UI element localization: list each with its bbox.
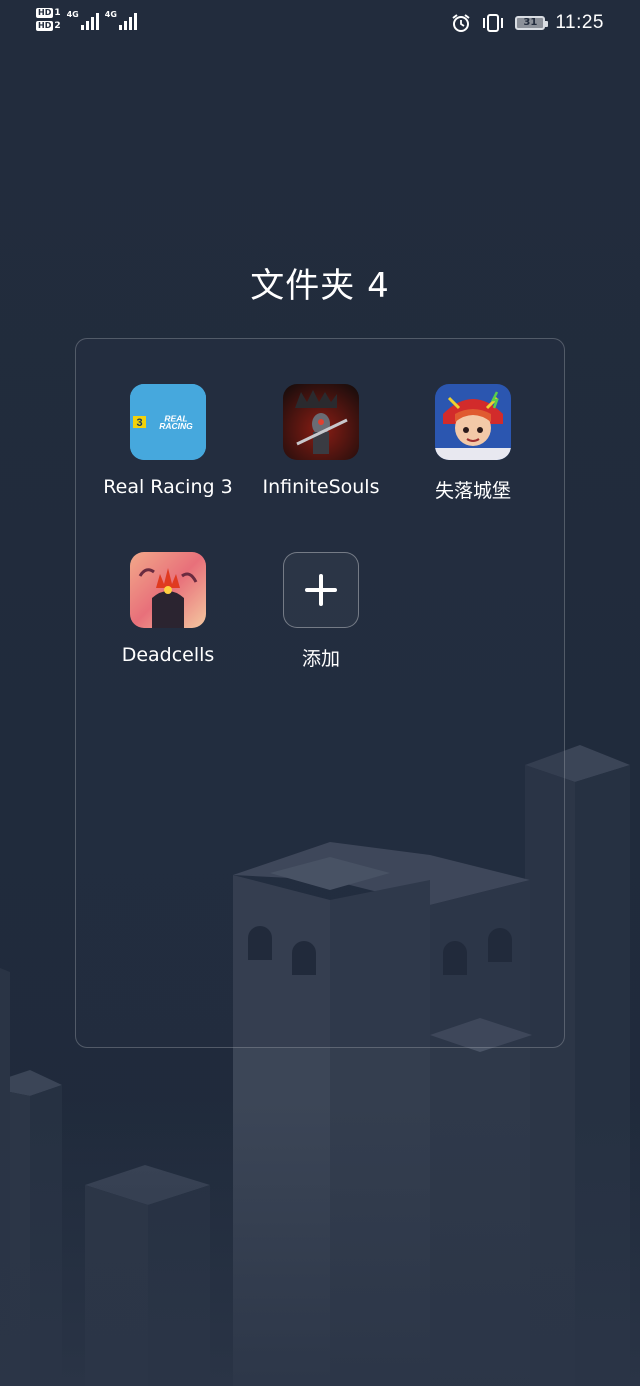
signal-sim2-icon: 4G <box>105 8 137 30</box>
battery-icon: 31 <box>515 16 549 30</box>
signal-group: HD 1 HD 2 4G 4G <box>36 8 137 31</box>
svg-text:RACING: RACING <box>159 421 193 431</box>
status-bar: HD 1 HD 2 4G 4G 31 11:25 <box>0 0 640 50</box>
app-label: 添加 <box>301 648 340 670</box>
plus-icon <box>283 552 359 628</box>
hd-sim1-icon: HD 1 <box>36 8 61 18</box>
alarm-icon <box>452 14 470 32</box>
app-deadcells[interactable]: Deadcells <box>93 552 243 666</box>
deadcells-icon <box>130 552 206 628</box>
app-label: Deadcells <box>121 644 215 666</box>
app-label: 失落城堡 <box>434 480 511 502</box>
app-real-racing-3[interactable]: 3 REAL RACING Real Racing 3 <box>93 384 243 498</box>
folder-title[interactable]: 文件夹 4 <box>0 258 640 307</box>
svg-text:3: 3 <box>136 417 142 429</box>
app-label: InfiniteSouls <box>262 476 380 498</box>
signal-sim1-icon: 4G <box>67 8 99 30</box>
real-racing-icon: 3 REAL RACING <box>130 384 206 460</box>
vibrate-icon <box>483 14 504 32</box>
folder-panel: 3 REAL RACING Real Racing 3 InfiniteSoul… <box>75 338 565 1048</box>
app-infinite-souls[interactable]: InfiniteSouls <box>246 384 396 498</box>
clock: 11:25 <box>555 12 604 33</box>
infinite-souls-icon <box>283 384 359 460</box>
hd-sim2-icon: HD 2 <box>36 21 61 31</box>
app-label: Real Racing 3 <box>103 476 233 498</box>
lost-castle-icon <box>435 384 511 460</box>
add-app-button[interactable]: 添加 <box>246 552 396 671</box>
app-lost-castle[interactable]: 失落城堡 <box>398 384 548 503</box>
